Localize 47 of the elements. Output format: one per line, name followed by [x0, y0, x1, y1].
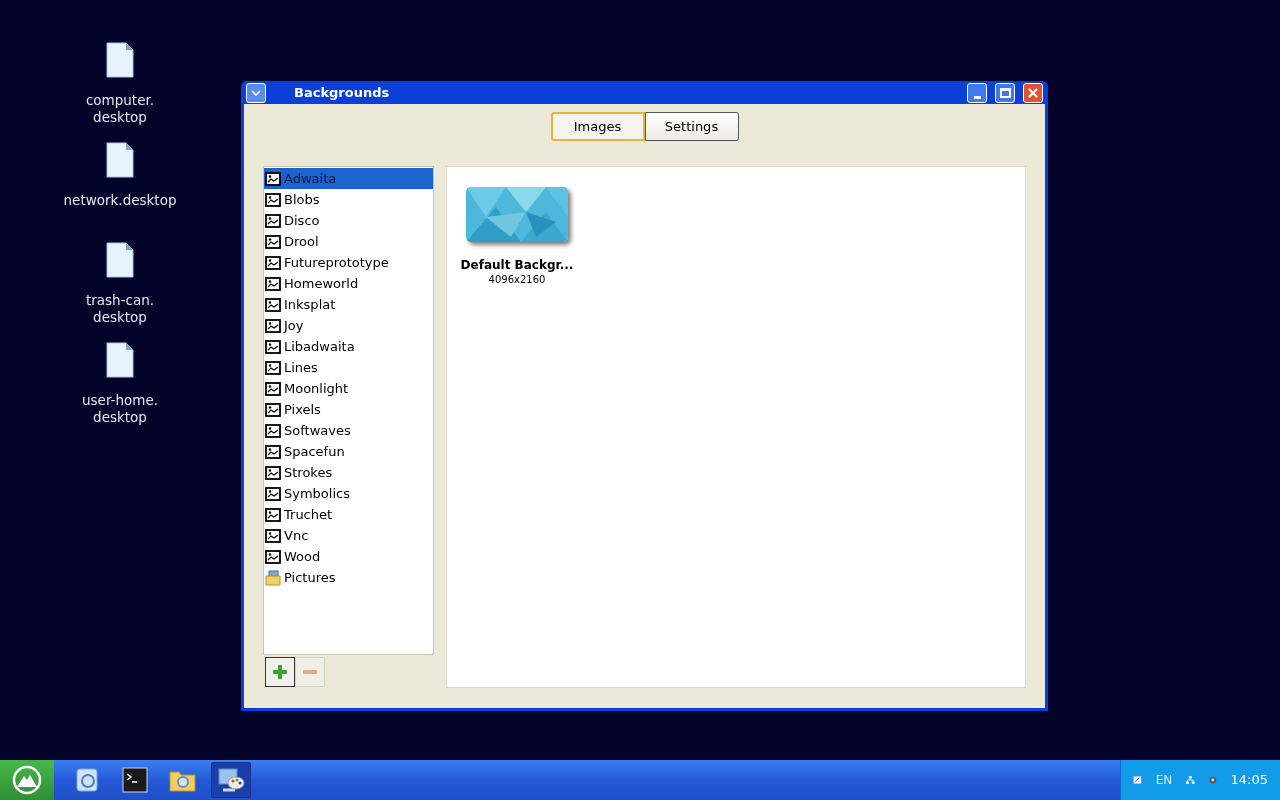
document-icon[interactable]	[106, 242, 134, 278]
plus-icon	[273, 665, 287, 679]
start-button[interactable]	[0, 760, 54, 800]
icon-label: user-home. desktop	[82, 392, 158, 426]
terminal-icon	[122, 767, 148, 793]
list-item[interactable]: Moonlight	[264, 378, 433, 399]
list-item[interactable]: Homeworld	[264, 273, 433, 294]
maximize-button[interactable]	[995, 82, 1015, 103]
list-item[interactable]: Pictures	[264, 567, 433, 588]
window-title: Backgrounds	[294, 83, 391, 102]
minimize-button[interactable]	[967, 82, 987, 103]
list-item[interactable]: Joy	[264, 315, 433, 336]
list-item[interactable]: Softwaves	[264, 420, 433, 441]
document-icon[interactable]	[106, 42, 134, 78]
list-item[interactable]: Strokes	[264, 462, 433, 483]
close-icon	[1027, 86, 1039, 99]
list-item[interactable]: Libadwaita	[264, 336, 433, 357]
list-item[interactable]: Lines	[264, 357, 433, 378]
list-item[interactable]: Wood	[264, 546, 433, 567]
add-button[interactable]	[265, 657, 295, 687]
minus-icon	[303, 670, 317, 674]
taskbar-launcher[interactable]	[211, 762, 251, 798]
image-name: Default Backgr...	[460, 257, 574, 274]
mountain-logo-icon	[12, 765, 42, 795]
window-menu-button[interactable]	[246, 82, 266, 103]
tab[interactable]: Images	[550, 112, 645, 141]
icon-label: trash-can. desktop	[85, 292, 155, 326]
list-item[interactable]: Blobs	[264, 189, 433, 210]
list-item[interactable]: Symbolics	[264, 483, 433, 504]
folder-icon	[265, 569, 281, 586]
list-item[interactable]: Disco	[264, 210, 433, 231]
chevron-down-icon	[251, 89, 261, 96]
list-item[interactable]: Pixels	[264, 399, 433, 420]
list-item[interactable]: Inksplat	[264, 294, 433, 315]
list-item[interactable]: Futureprototype	[264, 252, 433, 273]
icon-label: computer. desktop	[85, 92, 155, 126]
list-item[interactable]: Drool	[264, 231, 433, 252]
icon-label: network.desktop	[63, 192, 177, 209]
tab[interactable]: Settings	[644, 112, 739, 141]
list-item[interactable]: Spacefun	[264, 441, 433, 462]
list-item[interactable]: Truchet	[264, 504, 433, 525]
document-icon[interactable]	[106, 142, 134, 178]
list-item[interactable]: Vnc	[264, 525, 433, 546]
close-button[interactable]	[1023, 82, 1043, 103]
document-icon[interactable]	[106, 342, 134, 378]
image-size: 4096x2160	[488, 274, 546, 286]
monitor-palette-icon	[217, 766, 245, 794]
